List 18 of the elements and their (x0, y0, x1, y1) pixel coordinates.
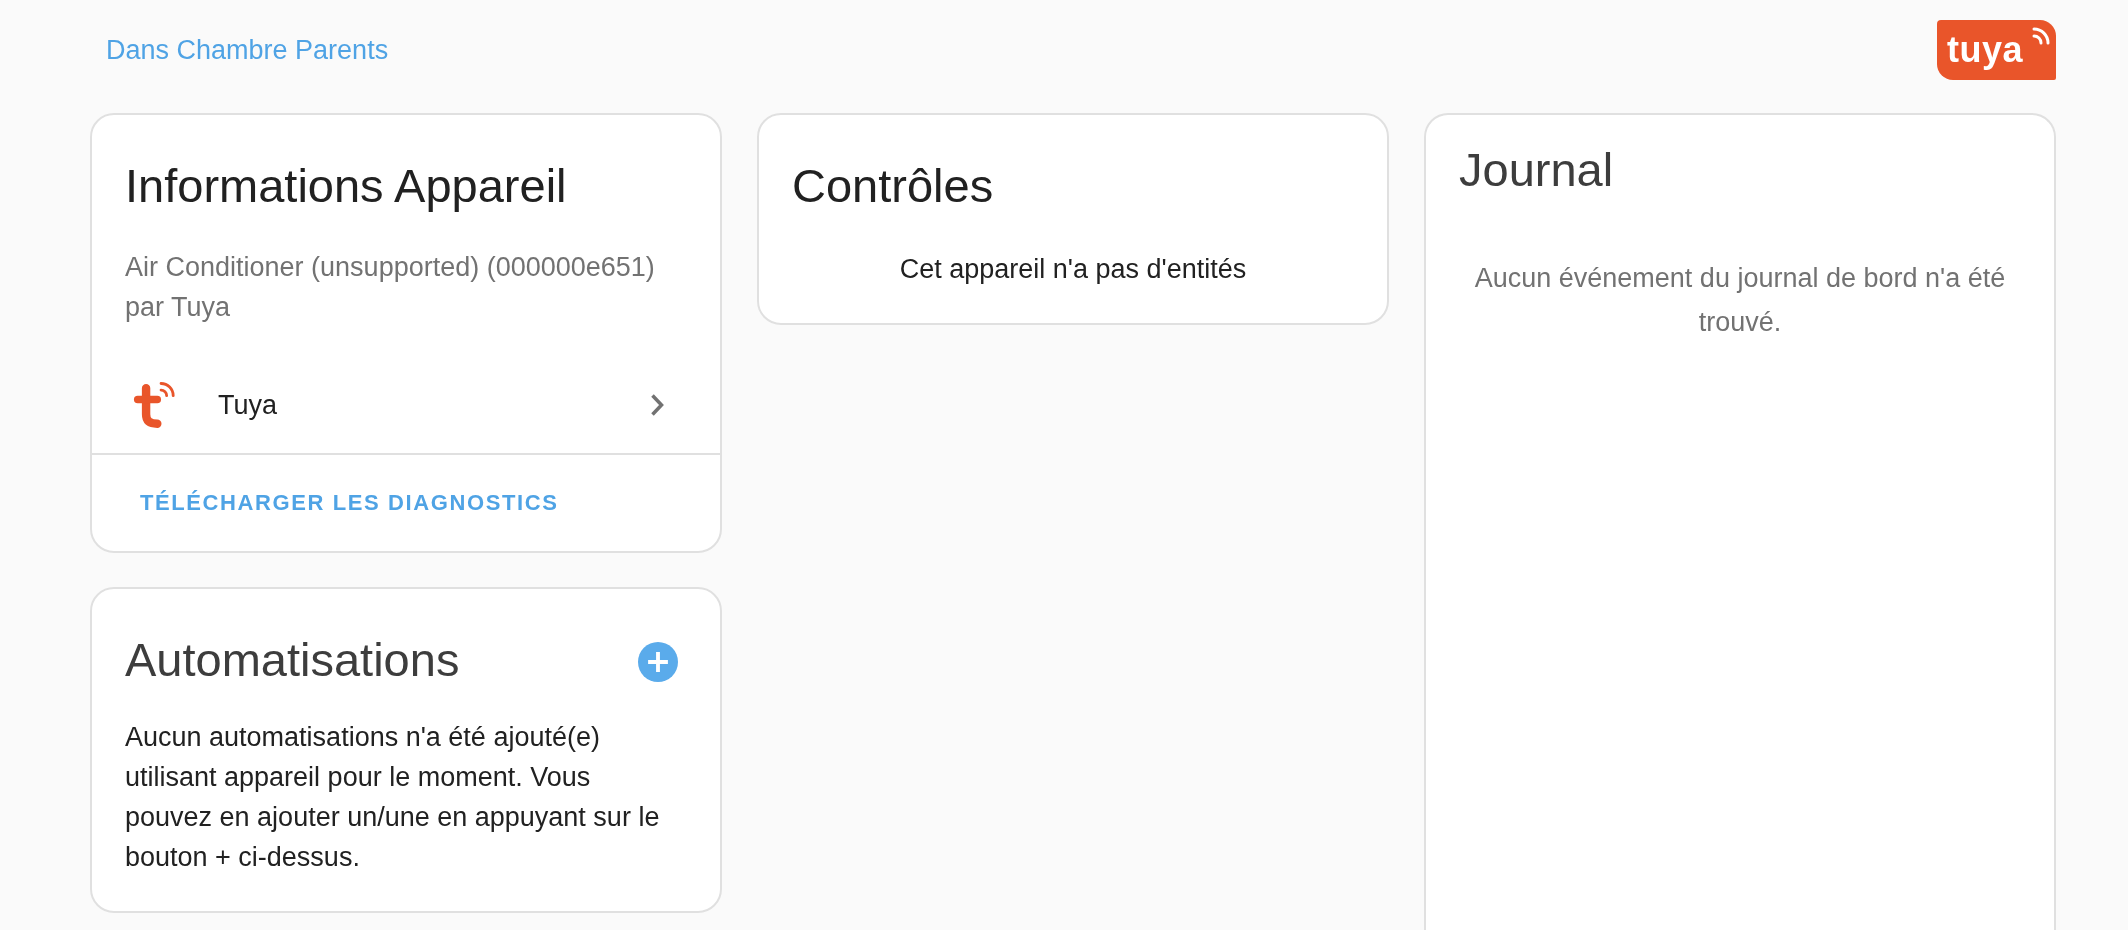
download-diagnostics-button[interactable]: TÉLÉCHARGER LES DIAGNOSTICS (122, 467, 577, 539)
card-title: Journal (1458, 142, 1615, 198)
signal-arcs-icon (2032, 27, 2050, 45)
letter-t-icon (133, 380, 176, 430)
device-model: Air Conditioner (unsupported) (000000e651) (125, 251, 656, 284)
integration-link[interactable]: Tuya (92, 357, 720, 453)
add-automation-button[interactable] (638, 641, 678, 682)
empty-message: Aucun automatisations n'a été ajouté(e) utilisant appareil pour le moment. Vous pouvez en ajouter un/une en appuyant sur le bouton + ci-dessus. (124, 721, 661, 874)
empty-message: Aucun événement du journal de bord n'a été trouvé. (1473, 262, 2007, 339)
empty-message: Cet appareil n'a pas d'entités (898, 253, 1248, 286)
plus-icon (647, 650, 669, 673)
card-title: Automatisations (124, 632, 461, 688)
device-manufacturer: par Tuya (125, 291, 232, 324)
chevron-right-icon (650, 393, 664, 417)
card-title: Informations Appareil (124, 158, 568, 214)
area-link[interactable]: Dans Chambre Parents (106, 32, 389, 68)
card-title: Contrôles (791, 158, 995, 214)
logo-wordmark: tuya (1947, 30, 2024, 70)
